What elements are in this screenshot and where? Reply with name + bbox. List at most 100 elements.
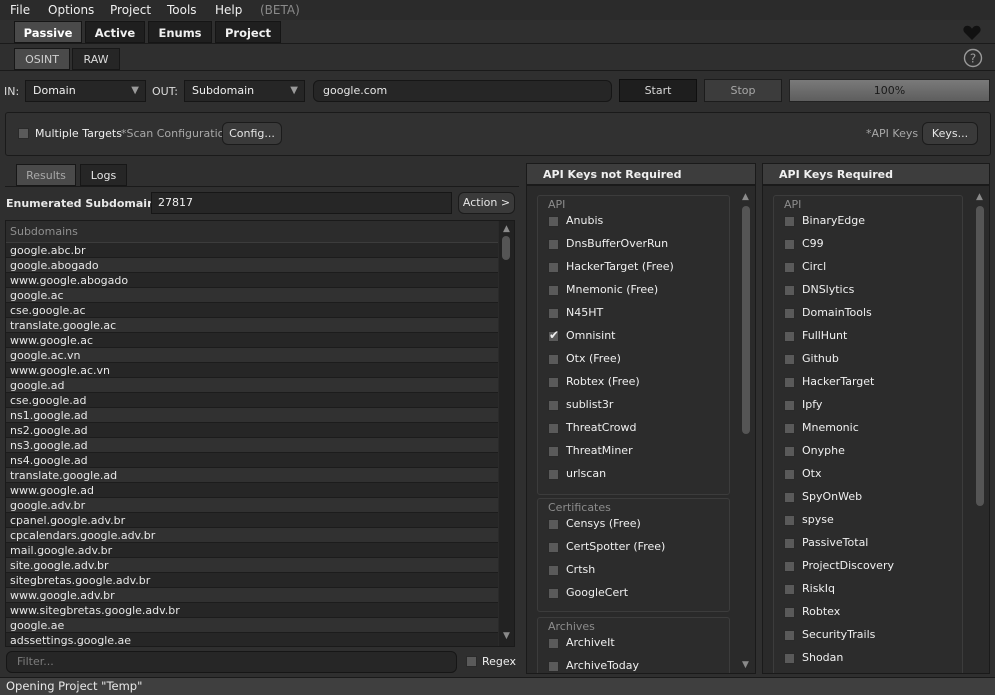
table-row[interactable]: google.ac bbox=[6, 288, 498, 303]
api-source-checkbox[interactable] bbox=[784, 377, 795, 388]
menu-help[interactable]: Help bbox=[215, 3, 242, 17]
tab-active[interactable]: Active bbox=[85, 21, 145, 43]
table-row[interactable]: google.adv.br bbox=[6, 498, 498, 513]
action-button[interactable]: Action > bbox=[458, 192, 515, 214]
api-source-checkbox[interactable] bbox=[784, 216, 795, 227]
scroll-thumb[interactable] bbox=[976, 206, 984, 506]
api-source-checkbox[interactable] bbox=[784, 285, 795, 296]
api-source-checkbox[interactable] bbox=[784, 446, 795, 457]
api-source-checkbox[interactable] bbox=[784, 354, 795, 365]
tab-raw[interactable]: RAW bbox=[72, 48, 120, 70]
api-source-checkbox[interactable] bbox=[548, 469, 559, 480]
tab-osint[interactable]: OSINT bbox=[14, 48, 70, 70]
api-source-checkbox[interactable] bbox=[548, 216, 559, 227]
table-row[interactable]: google.ac.vn bbox=[6, 348, 498, 363]
tab-logs[interactable]: Logs bbox=[80, 164, 127, 186]
api-source-checkbox[interactable] bbox=[548, 377, 559, 388]
api-source-checkbox[interactable] bbox=[784, 538, 795, 549]
api-source-checkbox[interactable] bbox=[548, 446, 559, 457]
table-row[interactable]: ns3.google.ad bbox=[6, 438, 498, 453]
api-source-checkbox[interactable] bbox=[548, 588, 559, 599]
table-row[interactable]: site.google.adv.br bbox=[6, 558, 498, 573]
api-source-checkbox[interactable] bbox=[784, 308, 795, 319]
tab-project[interactable]: Project bbox=[215, 21, 281, 43]
table-row[interactable]: www.google.adv.br bbox=[6, 588, 498, 603]
start-button[interactable]: Start bbox=[619, 79, 697, 102]
input-type-select[interactable]: Domain ▼ bbox=[25, 80, 146, 102]
table-row[interactable]: google.abc.br bbox=[6, 243, 498, 258]
api-source-checkbox[interactable] bbox=[548, 423, 559, 434]
api-source-checkbox[interactable] bbox=[784, 515, 795, 526]
api-source-checkbox[interactable] bbox=[784, 239, 795, 250]
stop-button[interactable]: Stop bbox=[704, 79, 782, 102]
column-header-subdomains[interactable]: Subdomains bbox=[6, 221, 498, 243]
table-row[interactable]: google.ae bbox=[6, 618, 498, 633]
table-row[interactable]: google.ad bbox=[6, 378, 498, 393]
scroll-down-icon[interactable]: ▼ bbox=[742, 660, 749, 670]
table-row[interactable]: cse.google.ad bbox=[6, 393, 498, 408]
config-button[interactable]: Config... bbox=[222, 122, 282, 145]
api-source-checkbox[interactable] bbox=[548, 400, 559, 411]
table-row[interactable]: google.abogado bbox=[6, 258, 498, 273]
table-row[interactable]: ns1.google.ad bbox=[6, 408, 498, 423]
panel-scrollbar[interactable]: ▲ bbox=[973, 190, 987, 673]
api-source-checkbox[interactable] bbox=[548, 661, 559, 672]
scroll-up-icon[interactable]: ▲ bbox=[976, 192, 983, 202]
api-source-checkbox[interactable] bbox=[548, 519, 559, 530]
menu-tools[interactable]: Tools bbox=[167, 3, 197, 17]
regex-checkbox[interactable] bbox=[466, 656, 477, 667]
table-scrollbar[interactable]: ▲ ▼ bbox=[499, 221, 514, 646]
panel-scrollbar[interactable]: ▲ ▼ bbox=[739, 190, 753, 673]
filter-input[interactable]: Filter... bbox=[6, 651, 457, 673]
api-source-checkbox[interactable] bbox=[784, 423, 795, 434]
table-row[interactable]: cpanel.google.adv.br bbox=[6, 513, 498, 528]
table-row[interactable]: www.google.abogado bbox=[6, 273, 498, 288]
help-circle-icon[interactable]: ? bbox=[963, 48, 983, 68]
keys-button[interactable]: Keys... bbox=[922, 122, 978, 145]
heart-icon[interactable] bbox=[963, 25, 981, 41]
api-source-checkbox[interactable] bbox=[784, 561, 795, 572]
table-row[interactable]: www.google.ac.vn bbox=[6, 363, 498, 378]
api-source-checkbox[interactable] bbox=[784, 630, 795, 641]
scroll-up-icon[interactable]: ▲ bbox=[503, 224, 510, 234]
api-source-checkbox[interactable] bbox=[548, 262, 559, 273]
table-row[interactable]: www.sitegbretas.google.adv.br bbox=[6, 603, 498, 618]
menu-options[interactable]: Options bbox=[48, 3, 94, 17]
scroll-down-icon[interactable]: ▼ bbox=[503, 631, 510, 641]
table-row[interactable]: translate.google.ad bbox=[6, 468, 498, 483]
api-source-checkbox[interactable] bbox=[548, 638, 559, 649]
api-source-checkbox[interactable] bbox=[784, 653, 795, 664]
table-row[interactable]: cpcalendars.google.adv.br bbox=[6, 528, 498, 543]
api-source-checkbox[interactable] bbox=[548, 239, 559, 250]
table-row[interactable]: ns2.google.ad bbox=[6, 423, 498, 438]
scroll-thumb[interactable] bbox=[742, 206, 750, 434]
api-source-checkbox[interactable] bbox=[548, 308, 559, 319]
api-source-checkbox[interactable] bbox=[548, 354, 559, 365]
tab-results[interactable]: Results bbox=[16, 164, 76, 186]
table-row[interactable]: mail.google.adv.br bbox=[6, 543, 498, 558]
api-source-checkbox[interactable] bbox=[784, 331, 795, 342]
table-row[interactable]: cse.google.ac bbox=[6, 303, 498, 318]
table-row[interactable]: ns4.google.ad bbox=[6, 453, 498, 468]
api-source-checkbox[interactable] bbox=[784, 584, 795, 595]
api-source-checkbox[interactable] bbox=[548, 285, 559, 296]
api-source-checkbox[interactable] bbox=[784, 262, 795, 273]
multiple-targets-checkbox[interactable] bbox=[18, 128, 29, 139]
tab-passive[interactable]: Passive bbox=[14, 21, 82, 43]
tab-enums[interactable]: Enums bbox=[148, 21, 212, 43]
api-source-checkbox[interactable] bbox=[784, 400, 795, 411]
scroll-up-icon[interactable]: ▲ bbox=[742, 192, 749, 202]
table-row[interactable]: sitegbretas.google.adv.br bbox=[6, 573, 498, 588]
api-source-checkbox[interactable] bbox=[548, 565, 559, 576]
api-source-checkbox[interactable] bbox=[548, 328, 559, 342]
table-row[interactable]: www.google.ad bbox=[6, 483, 498, 498]
menu-project[interactable]: Project bbox=[110, 3, 151, 17]
target-input[interactable]: google.com bbox=[313, 80, 612, 102]
api-source-checkbox[interactable] bbox=[784, 492, 795, 503]
api-source-checkbox[interactable] bbox=[784, 607, 795, 618]
table-row[interactable]: translate.google.ac bbox=[6, 318, 498, 333]
api-source-checkbox[interactable] bbox=[784, 469, 795, 480]
table-row[interactable]: adssettings.google.ae bbox=[6, 633, 498, 646]
output-type-select[interactable]: Subdomain ▼ bbox=[184, 80, 305, 102]
api-source-checkbox[interactable] bbox=[548, 542, 559, 553]
